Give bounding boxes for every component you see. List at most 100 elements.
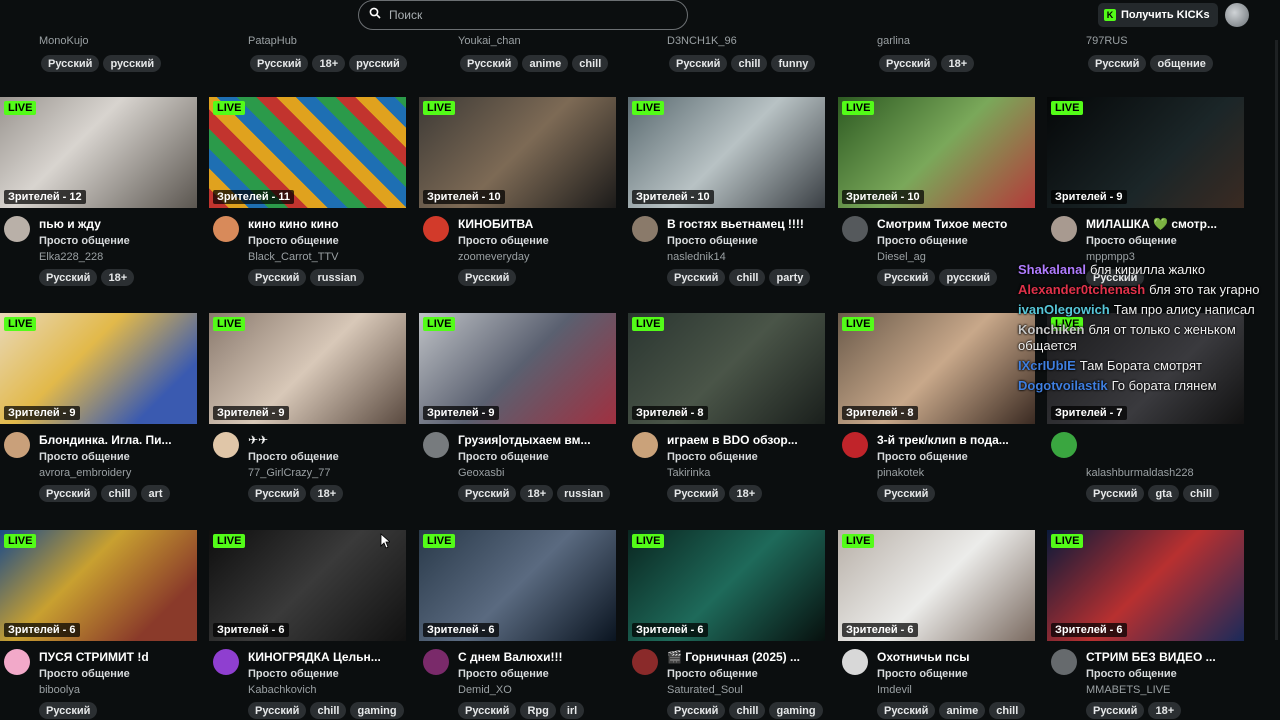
stream-category[interactable]: Просто общение: [39, 235, 130, 247]
stream-thumbnail[interactable]: LIVE Зрителей - 6: [419, 530, 616, 641]
stream-card[interactable]: LIVE Зрителей - 6 КИНОГРЯДКА Цельн... Прост…: [209, 530, 406, 720]
stream-card[interactable]: LIVE Зрителей - 10 Смотрим Тихое место Прос…: [838, 97, 1035, 304]
tag-pill[interactable]: 18+: [310, 485, 344, 502]
tag-pill[interactable]: 18+: [520, 485, 554, 502]
channel-username[interactable]: Demid_XO: [458, 684, 512, 696]
stream-card[interactable]: LIVE Зрителей - 6 ПУСЯ СТРИМИТ !d Просто об…: [0, 530, 197, 720]
tag-pill[interactable]: anime: [939, 702, 986, 719]
channel-username[interactable]: Diesel_ag: [877, 251, 926, 263]
stream-card[interactable]: LIVE Зрителей - 10 В гостях вьетнамец !!!!…: [628, 97, 825, 304]
stream-thumbnail[interactable]: LIVE Зрителей - 9: [209, 313, 406, 424]
stream-category[interactable]: Просто общение: [248, 235, 339, 247]
get-kicks-button[interactable]: K Получить KICKs: [1098, 3, 1218, 27]
stream-title[interactable]: 3-й трек/клип в пода...: [877, 433, 1035, 447]
search-bar[interactable]: Поиск: [358, 0, 688, 30]
channel-username[interactable]: Saturated_Soul: [667, 684, 743, 696]
stream-card[interactable]: LIVE Зрителей - 12 пью и жду Просто общение…: [0, 97, 197, 304]
stream-title[interactable]: 🎬 Горничная (2025) ...: [667, 650, 825, 664]
stream-card[interactable]: LIVE Зрителей - 9 ✈✈ Просто общение 77_GirlC…: [209, 313, 406, 520]
stream-category[interactable]: Просто общение: [248, 451, 339, 463]
channel-avatar[interactable]: [842, 216, 868, 242]
tag-pill[interactable]: Русский: [248, 269, 307, 286]
tag-pill[interactable]: Русский: [250, 55, 309, 72]
tag-pill[interactable]: funny: [771, 55, 816, 72]
channel-username[interactable]: avrora_embroidery: [39, 467, 131, 479]
channel-avatar[interactable]: [1051, 432, 1077, 458]
tag-pill[interactable]: irl: [559, 702, 585, 719]
stream-card[interactable]: LIVE Зрителей - 6 Охотничьи псы Просто обще…: [838, 530, 1035, 720]
stream-category[interactable]: Просто общение: [248, 668, 339, 680]
tag-pill[interactable]: 18+: [101, 269, 135, 286]
stream-title[interactable]: Грузия|отдыхаем вм...: [458, 433, 616, 447]
channel-avatar[interactable]: [632, 649, 658, 675]
stream-thumbnail[interactable]: LIVE Зрителей - 10: [628, 97, 825, 208]
stream-category[interactable]: Просто общение: [877, 235, 968, 247]
tag-pill[interactable]: chill: [731, 55, 768, 72]
tag-pill[interactable]: 18+: [1148, 702, 1182, 719]
stream-card[interactable]: LIVE Зрителей - 6 С днем Валюхи!!! Просто о…: [419, 530, 616, 720]
stream-thumbnail[interactable]: LIVE Зрителей - 6: [0, 530, 197, 641]
tag-pill[interactable]: русский: [103, 55, 162, 72]
search-input[interactable]: Поиск: [389, 8, 422, 22]
tag-pill[interactable]: gaming: [769, 702, 823, 719]
channel-avatar[interactable]: [632, 216, 658, 242]
channel-avatar[interactable]: [4, 432, 30, 458]
stream-category[interactable]: Просто общение: [667, 668, 758, 680]
tag-pill[interactable]: 18+: [729, 485, 763, 502]
stream-title[interactable]: ✈✈: [248, 433, 406, 447]
stream-thumbnail[interactable]: LIVE Зрителей - 6: [1047, 530, 1244, 641]
stream-card[interactable]: LIVE Зрителей - 11 кино кино кино Просто об…: [209, 97, 406, 304]
tag-pill[interactable]: Rpg: [520, 702, 556, 719]
channel-username[interactable]: biboolya: [39, 684, 80, 696]
scrollbar[interactable]: [1275, 40, 1278, 640]
stream-title[interactable]: С днем Валюхи!!!: [458, 650, 616, 664]
stream-title[interactable]: Блондинка. Игла. Пи...: [39, 433, 197, 447]
stream-thumbnail[interactable]: LIVE Зрителей - 12: [0, 97, 197, 208]
stream-category[interactable]: Просто общение: [458, 668, 549, 680]
stream-card[interactable]: LIVE Зрителей - 8 играем в BDO обзор... Про…: [628, 313, 825, 520]
tag-pill[interactable]: gaming: [350, 702, 404, 719]
stream-title[interactable]: КИНОБИТВА: [458, 217, 616, 231]
stream-thumbnail[interactable]: LIVE Зрителей - 10: [838, 97, 1035, 208]
stream-card[interactable]: LIVE Зрителей - 6 🎬 Горничная (2025) ... Пр…: [628, 530, 825, 720]
stream-card[interactable]: LIVE Зрителей - 6 СТРИМ БЕЗ ВИДЕО ... Прост…: [1047, 530, 1244, 720]
stream-thumbnail[interactable]: LIVE Зрителей - 10: [419, 97, 616, 208]
tag-pill[interactable]: chill: [729, 702, 766, 719]
channel-avatar[interactable]: [213, 432, 239, 458]
tag-pill[interactable]: Русский: [877, 269, 936, 286]
tag-pill[interactable]: Русский: [458, 485, 517, 502]
channel-username[interactable]: garlina: [877, 35, 910, 47]
stream-category[interactable]: Просто общение: [877, 668, 968, 680]
stream-category[interactable]: Просто общение: [1086, 668, 1177, 680]
stream-category[interactable]: Просто общение: [877, 451, 968, 463]
stream-card[interactable]: LIVE Зрителей - 9 Грузия|отдыхаем вм... Про…: [419, 313, 616, 520]
channel-avatar[interactable]: [4, 216, 30, 242]
channel-username[interactable]: MonoKujo: [39, 35, 89, 47]
tag-pill[interactable]: chill: [572, 55, 609, 72]
channel-avatar[interactable]: [632, 432, 658, 458]
stream-thumbnail[interactable]: LIVE Зрителей - 6: [838, 530, 1035, 641]
tag-pill[interactable]: русский: [939, 269, 998, 286]
tag-pill[interactable]: anime: [522, 55, 569, 72]
channel-username[interactable]: MMABETS_LIVE: [1086, 684, 1170, 696]
channel-username[interactable]: kalashburmaldash228: [1086, 467, 1194, 479]
tag-pill[interactable]: chill: [989, 702, 1026, 719]
tag-pill[interactable]: 18+: [941, 55, 975, 72]
tag-pill[interactable]: Русский: [458, 269, 517, 286]
tag-pill[interactable]: Русский: [39, 269, 98, 286]
tag-pill[interactable]: chill: [1182, 485, 1219, 502]
channel-avatar[interactable]: [1051, 649, 1077, 675]
stream-thumbnail[interactable]: LIVE Зрителей - 6: [628, 530, 825, 641]
stream-thumbnail[interactable]: LIVE Зрителей - 6: [209, 530, 406, 641]
tag-pill[interactable]: chill: [101, 485, 138, 502]
stream-category[interactable]: Просто общение: [39, 668, 130, 680]
tag-pill[interactable]: Русский: [877, 485, 936, 502]
stream-thumbnail[interactable]: LIVE Зрителей - 9: [0, 313, 197, 424]
channel-username[interactable]: Imdevil: [877, 684, 912, 696]
stream-title[interactable]: КИНОГРЯДКА Цельн...: [248, 650, 406, 664]
tag-pill[interactable]: Русский: [248, 702, 307, 719]
channel-username[interactable]: 797RUS: [1086, 35, 1128, 47]
user-avatar[interactable]: [1225, 3, 1249, 27]
stream-category[interactable]: Просто общение: [39, 451, 130, 463]
tag-pill[interactable]: chill: [729, 269, 766, 286]
